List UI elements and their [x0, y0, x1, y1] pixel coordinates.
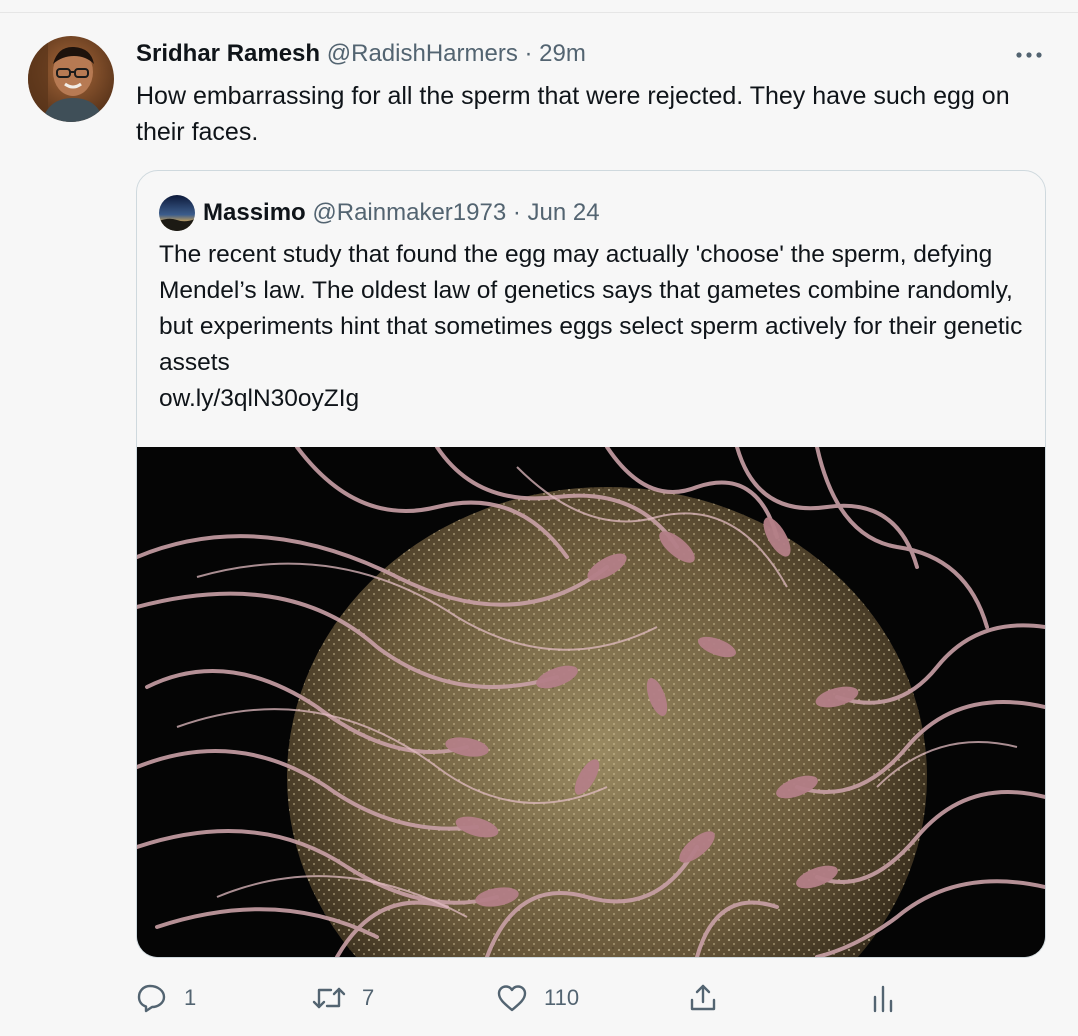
quoted-tweet-body: The recent study that found the egg may …: [159, 237, 1029, 417]
quoted-tweet-card[interactable]: Massimo @Rainmaker1973 · Jun 24 The rece…: [136, 170, 1046, 958]
quoted-tweet-image[interactable]: [137, 445, 1045, 957]
analytics-icon: [870, 983, 896, 1013]
tweet-action-bar: 1 7 110: [136, 978, 916, 1018]
tweet-page: Sridhar Ramesh @RadishHarmers · 29m How …: [0, 0, 1078, 1036]
separator-dot: ·: [512, 199, 521, 226]
reply-count: 1: [184, 985, 197, 1010]
author-handle[interactable]: @RadishHarmers: [327, 40, 518, 67]
quoted-author-handle[interactable]: @Rainmaker1973: [312, 199, 506, 226]
retweet-count: 7: [362, 985, 375, 1010]
quoted-author-name[interactable]: Massimo: [203, 199, 306, 226]
separator-dot: ·: [524, 40, 533, 67]
reply-button[interactable]: 1: [136, 978, 196, 1018]
tweet-text: How embarrassing for all the sperm that …: [136, 82, 1010, 146]
quoted-tweet-date[interactable]: Jun 24: [528, 199, 600, 226]
author-name[interactable]: Sridhar Ramesh: [136, 40, 320, 67]
share-icon: [688, 983, 718, 1013]
quoted-author-avatar[interactable]: [159, 195, 195, 231]
retweet-button[interactable]: 7: [312, 978, 374, 1018]
like-button[interactable]: 110: [496, 978, 579, 1018]
top-divider: [0, 12, 1078, 13]
like-count: 110: [544, 985, 580, 1010]
reply-icon: [136, 983, 168, 1013]
quoted-tweet-header: Massimo @Rainmaker1973 · Jun 24: [203, 197, 600, 229]
quoted-tweet-link[interactable]: ow.ly/3qlN30oyZIg: [159, 381, 1029, 417]
analytics-button[interactable]: [870, 978, 896, 1018]
tweet-time[interactable]: 29m: [539, 40, 586, 67]
more-horizontal-icon[interactable]: [1014, 40, 1044, 70]
share-button[interactable]: [688, 978, 718, 1018]
tweet-header: Sridhar Ramesh @RadishHarmers · 29m: [136, 38, 586, 70]
heart-icon: [496, 983, 528, 1013]
retweet-icon: [312, 983, 346, 1013]
author-avatar[interactable]: [28, 36, 114, 122]
quoted-tweet-text: The recent study that found the egg may …: [159, 241, 1023, 376]
